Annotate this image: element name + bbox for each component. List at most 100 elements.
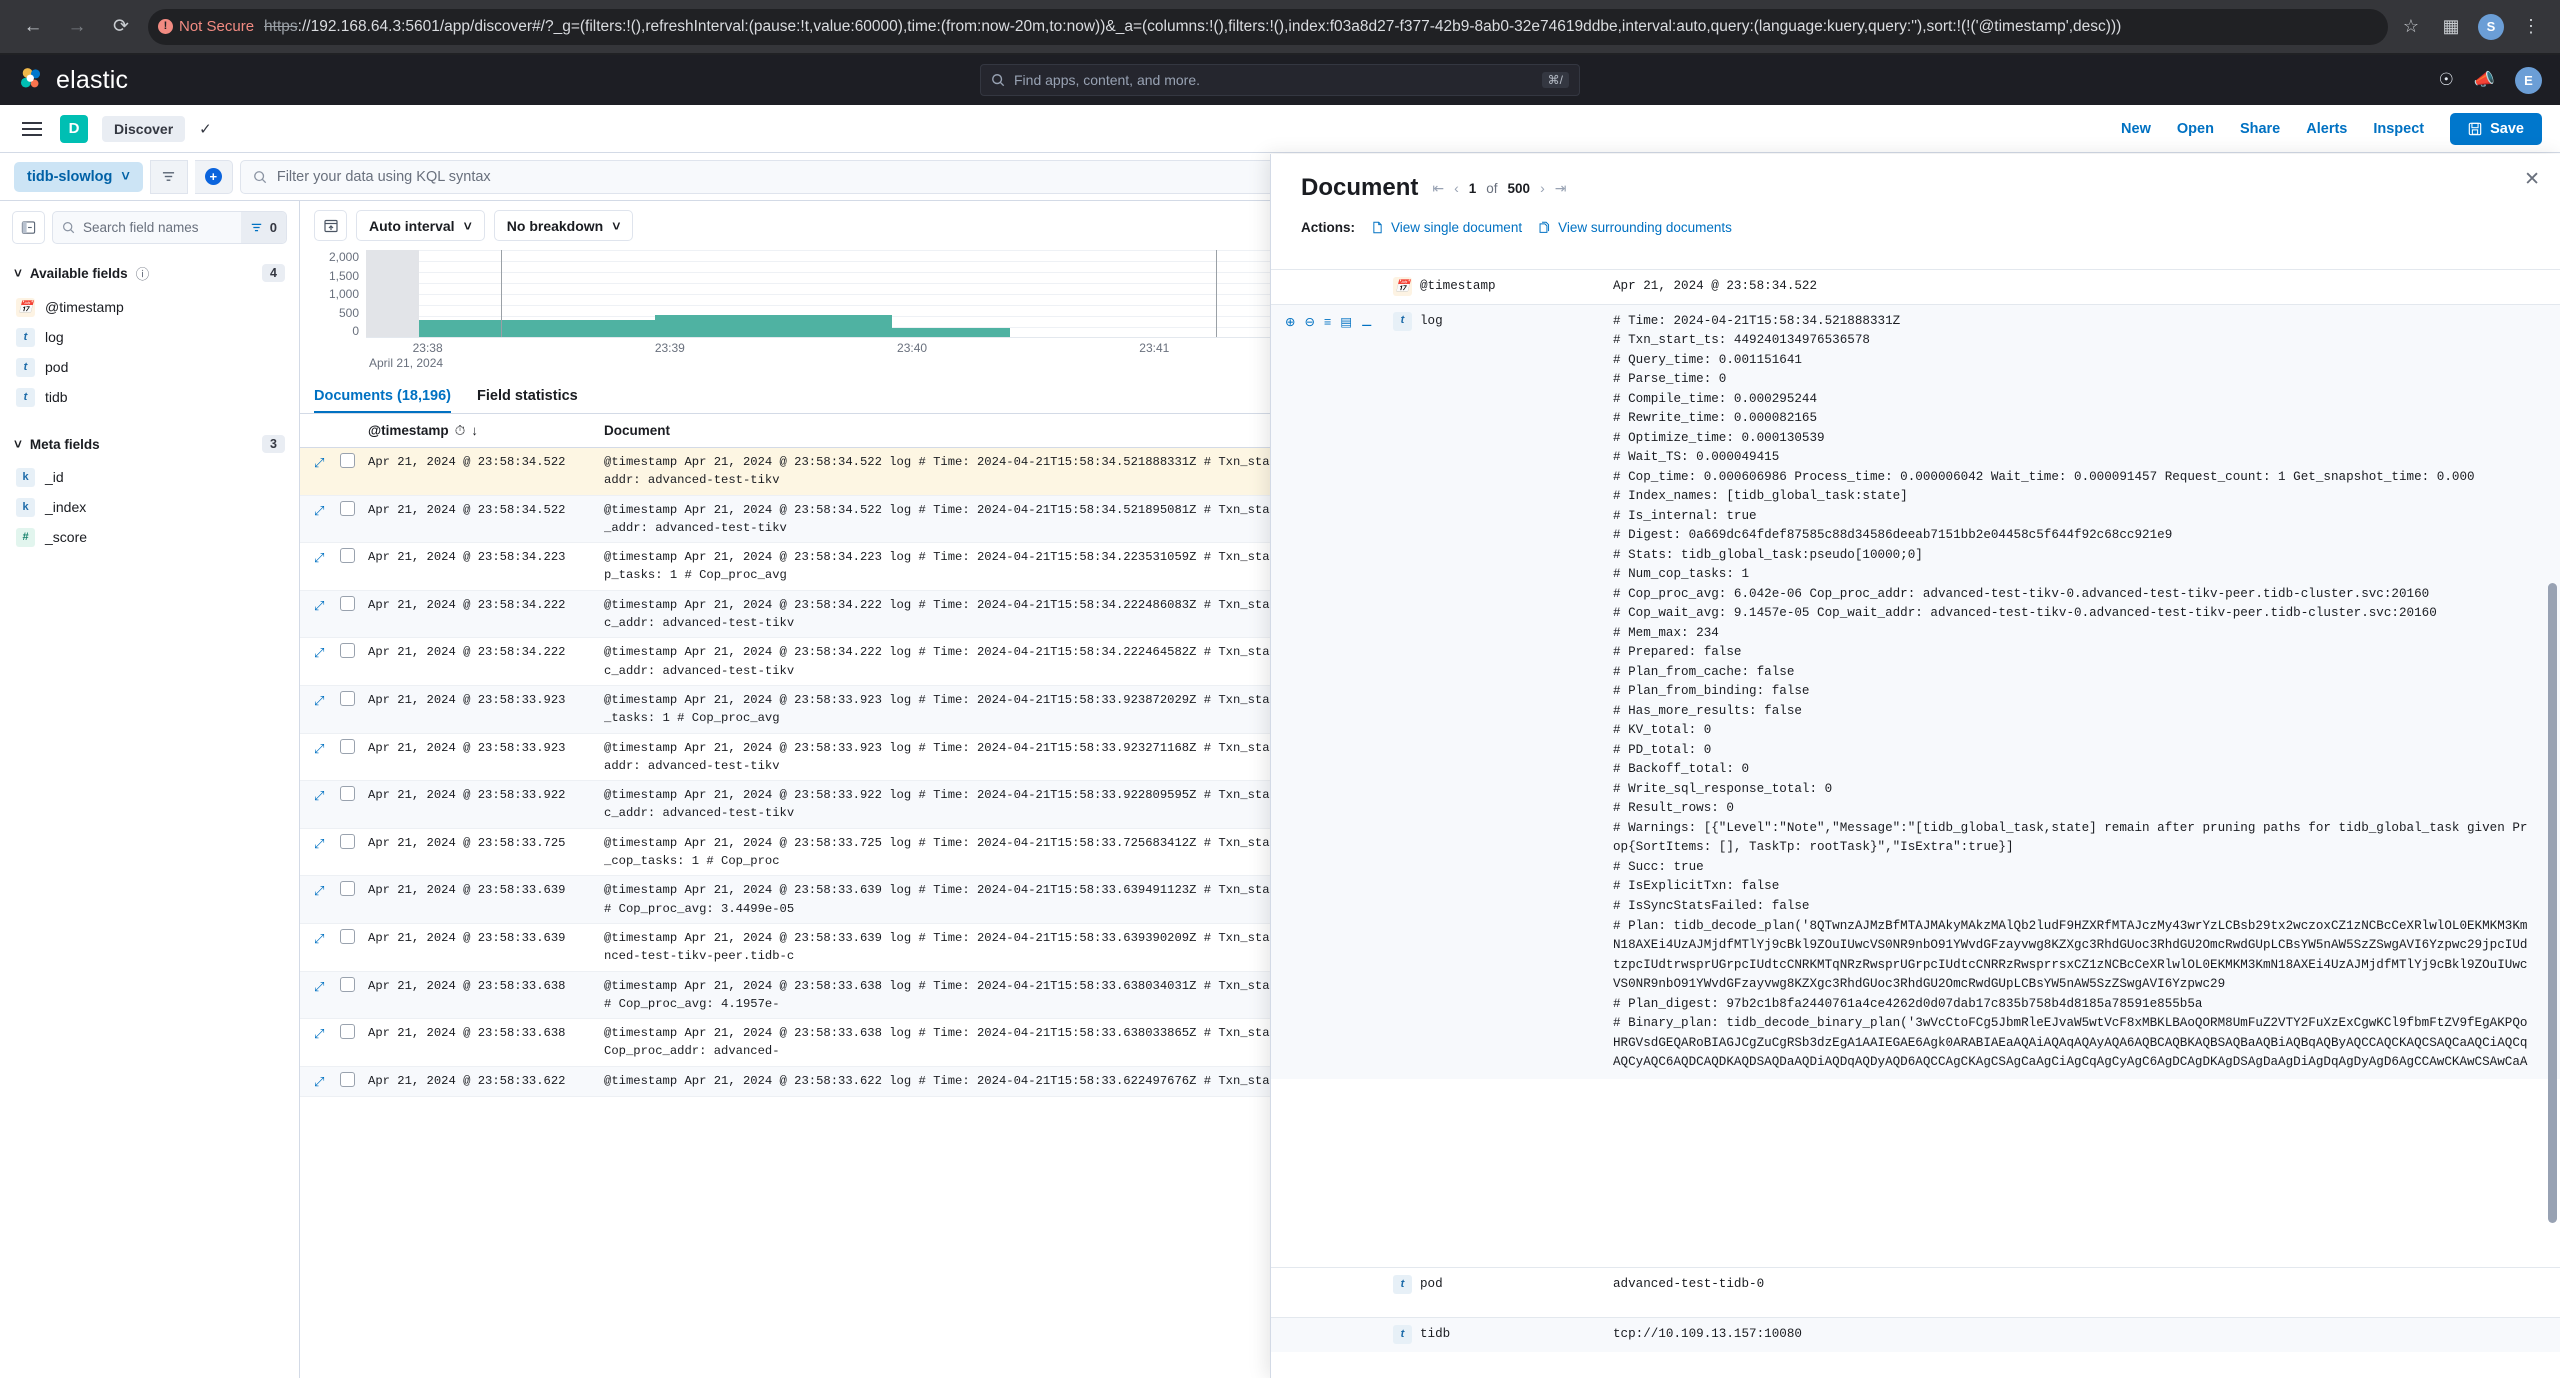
filter-for-field-present-icon[interactable]: ≡ [1324, 313, 1331, 332]
save-button[interactable]: Save [2450, 112, 2542, 145]
row-select-checkbox[interactable] [340, 643, 355, 659]
row-select-checkbox[interactable] [340, 595, 355, 611]
field-filter-button[interactable]: 0 [240, 212, 286, 243]
last-page-icon[interactable]: ⇥ [1555, 180, 1567, 197]
sidebar-field-id[interactable]: k _id [0, 462, 299, 492]
share-button[interactable]: Share [2240, 121, 2280, 137]
collapse-sidebar-icon[interactable] [12, 211, 45, 244]
prev-page-icon[interactable]: ‹ [1454, 180, 1459, 196]
flyout-scrollbar-thumb[interactable] [2548, 583, 2557, 1223]
string-field-icon: t [1393, 1325, 1412, 1345]
pin-field-icon[interactable]: ⚊ [1361, 313, 1372, 332]
view-single-document-link[interactable]: View single document [1371, 220, 1522, 235]
expand-row-icon[interactable]: ⤢ [314, 548, 340, 585]
close-icon[interactable]: ✕ [2524, 168, 2540, 191]
sort-desc-arrow-icon[interactable]: ↓ [471, 423, 478, 438]
not-secure-badge[interactable]: ! Not Secure [158, 18, 254, 35]
announcement-icon[interactable]: 📣 [2474, 70, 2495, 90]
expand-row-icon[interactable]: ⤢ [314, 739, 340, 776]
row-select-checkbox[interactable] [340, 690, 355, 706]
string-field-icon: t [1393, 311, 1412, 331]
help-icon[interactable]: ☉ [2439, 70, 2454, 90]
expand-row-icon[interactable]: ⤢ [314, 786, 340, 823]
forward-arrow-icon[interactable]: → [60, 10, 94, 44]
expand-row-icon[interactable]: ⤢ [314, 691, 340, 728]
expand-row-icon[interactable]: ⤢ [314, 1024, 340, 1061]
row-select-checkbox[interactable] [340, 1024, 355, 1040]
breakdown-picker[interactable]: No breakdown ˅ [493, 210, 634, 241]
row-select-checkbox[interactable] [340, 500, 355, 516]
chart-bar[interactable] [537, 320, 656, 337]
toggle-column-in-table-icon[interactable]: ▤ [1340, 313, 1352, 332]
chart-bar[interactable] [655, 315, 774, 337]
available-fields-header[interactable]: ˅ Available fields ⓘ 4 [0, 254, 299, 292]
sidebar-field-pod[interactable]: t pod [0, 352, 299, 382]
new-button[interactable]: New [2121, 121, 2151, 137]
tab-documents[interactable]: Documents (18,196) [314, 388, 451, 413]
edit-visualization-icon[interactable] [314, 210, 347, 241]
expand-row-icon[interactable]: ⤢ [314, 977, 340, 1014]
row-select-checkbox[interactable] [340, 548, 355, 564]
chart-bar[interactable] [891, 328, 1010, 337]
alerts-button[interactable]: Alerts [2306, 121, 2347, 137]
filter-out-value-icon[interactable]: ⊖ [1304, 313, 1314, 332]
document-flyout: ✕ Document ⇤ ‹ 1 of 500 › ⇥ Actions: Vie… [1270, 154, 2560, 1378]
row-select-checkbox[interactable] [340, 881, 355, 897]
expand-row-icon[interactable]: ⤢ [314, 643, 340, 680]
open-button[interactable]: Open [2177, 121, 2214, 137]
sidebar-field-index[interactable]: k _index [0, 492, 299, 522]
breadcrumb[interactable]: Discover [102, 115, 186, 142]
row-select-checkbox[interactable] [340, 786, 355, 802]
next-page-icon[interactable]: › [1540, 180, 1545, 196]
expand-row-icon[interactable]: ⤢ [314, 453, 340, 490]
browser-menu-icon[interactable]: ⋮ [2518, 16, 2544, 37]
back-arrow-icon[interactable]: ← [16, 10, 50, 44]
chart-bar[interactable] [419, 320, 538, 337]
sidebar-field-timestamp[interactable]: 📅 @timestamp [0, 292, 299, 322]
meta-fields-header[interactable]: ˅ Meta fields 3 [0, 426, 299, 462]
expand-row-icon[interactable]: ⤢ [314, 929, 340, 966]
row-select-checkbox[interactable] [340, 453, 355, 468]
discover-app-badge[interactable]: D [60, 114, 88, 143]
reload-icon[interactable]: ⟳ [104, 10, 138, 44]
chart-x-tick: 23:38 [412, 341, 443, 355]
sidebar-field-tidb[interactable]: t tidb [0, 382, 299, 412]
filter-for-value-icon[interactable]: ⊕ [1285, 313, 1295, 332]
row-select-checkbox[interactable] [340, 976, 355, 992]
sidebar-field-score[interactable]: # _score [0, 522, 299, 552]
row-select-checkbox[interactable] [340, 1071, 355, 1087]
address-bar[interactable]: ! Not Secure https://192.168.64.3:5601/a… [148, 8, 2388, 45]
inspect-button[interactable]: Inspect [2373, 121, 2424, 137]
filter-icon[interactable] [149, 159, 188, 194]
row-select-checkbox[interactable] [340, 928, 355, 944]
expand-row-icon[interactable]: ⤢ [314, 881, 340, 918]
expand-row-icon[interactable]: ⤢ [314, 1072, 340, 1092]
column-timestamp-header[interactable]: @timestamp ⏱ ↓ [368, 423, 604, 439]
add-filter-plus-icon[interactable]: + [194, 159, 233, 194]
browser-profile-avatar[interactable]: S [2478, 13, 2504, 40]
chart-bar[interactable] [773, 315, 892, 337]
first-page-icon[interactable]: ⇤ [1432, 180, 1444, 197]
search-field-names-input[interactable]: Search field names 0 [52, 211, 287, 244]
expand-row-icon[interactable]: ⤢ [314, 596, 340, 633]
row-select-checkbox[interactable] [340, 833, 355, 849]
interval-picker[interactable]: Auto interval ˅ [356, 210, 485, 241]
view-surrounding-documents-link[interactable]: View surrounding documents [1538, 220, 1732, 235]
sidebar-search-row: Search field names 0 [0, 201, 299, 254]
bookmark-star-icon[interactable]: ☆ [2398, 16, 2424, 37]
extensions-icon[interactable]: ▦ [2438, 16, 2464, 37]
user-avatar[interactable]: E [2515, 66, 2542, 94]
elastic-logo[interactable]: elastic [18, 66, 128, 95]
row-select-checkbox[interactable] [340, 738, 355, 754]
expand-row-icon[interactable]: ⤢ [314, 501, 340, 538]
data-view-picker[interactable]: tidb-slowlog ˅ [14, 161, 143, 192]
info-circle-icon[interactable]: ⓘ [136, 263, 150, 283]
global-search-input[interactable]: Find apps, content, and more. ⌘/ [980, 64, 1580, 96]
sidebar-field-log[interactable]: t log [0, 322, 299, 352]
chart-x-tick: 23:41 [1139, 341, 1170, 355]
hamburger-menu-icon[interactable] [18, 118, 46, 140]
flyout-scrollbar[interactable] [2548, 253, 2557, 1378]
row-timestamp: Apr 21, 2024 @ 23:58:33.638 [368, 1026, 566, 1041]
tab-field-statistics[interactable]: Field statistics [477, 388, 578, 413]
expand-row-icon[interactable]: ⤢ [314, 834, 340, 871]
